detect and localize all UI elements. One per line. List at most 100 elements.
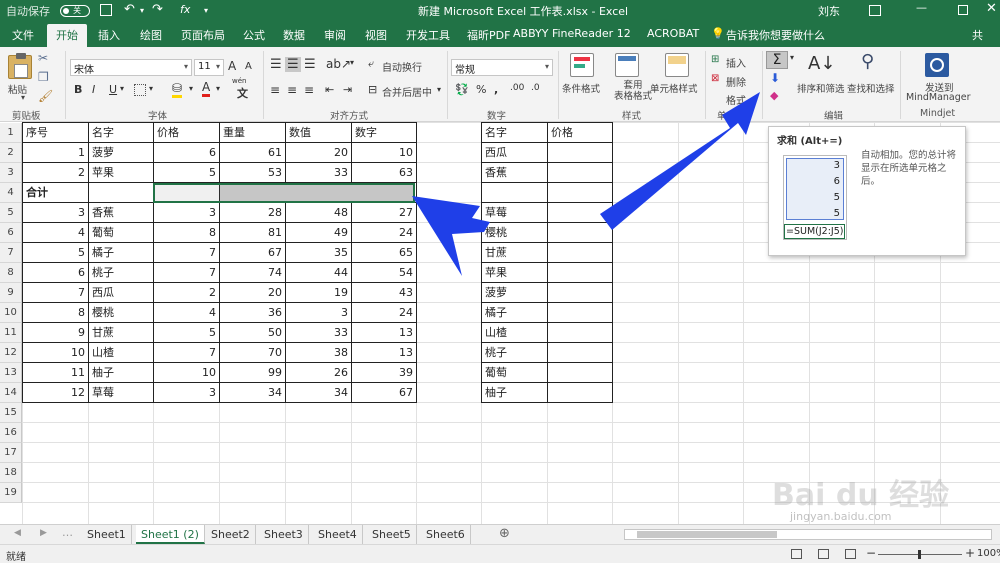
table-cell[interactable]: 西瓜: [482, 143, 547, 162]
table-cell[interactable]: 4: [23, 223, 88, 242]
table-cell[interactable]: 1: [23, 143, 88, 162]
zoom-slider[interactable]: [878, 550, 962, 559]
row-header[interactable]: 12: [0, 343, 22, 363]
orientation-icon[interactable]: ab↗: [326, 57, 351, 71]
table-cell[interactable]: 24: [352, 303, 416, 322]
table-cell[interactable]: 7: [154, 243, 219, 262]
font-shrink-icon[interactable]: A: [245, 61, 252, 72]
table-cell[interactable]: 柚子: [482, 383, 547, 402]
autosum-button[interactable]: Σ: [766, 51, 788, 69]
table-cell[interactable]: 4: [154, 303, 219, 322]
increase-indent-icon[interactable]: ⇥: [343, 83, 352, 96]
number-format-combo[interactable]: 常规 ▾: [451, 59, 553, 76]
decrease-indent-icon[interactable]: ⇤: [325, 83, 334, 96]
table-cell[interactable]: 20: [286, 143, 351, 162]
insert-cells-button[interactable]: 插入: [726, 55, 746, 70]
table-cell[interactable]: 36: [220, 303, 285, 322]
table-cell[interactable]: 桃子: [89, 263, 153, 282]
cell-styles-button[interactable]: 单元格样式: [650, 81, 698, 95]
zoom-in-button[interactable]: +: [965, 546, 975, 560]
sheet-tab[interactable]: Sheet1: [82, 525, 132, 544]
align-left-icon[interactable]: ≡: [270, 83, 280, 97]
table-cell[interactable]: 50: [220, 323, 285, 342]
border-dropdown-icon[interactable]: ▾: [149, 84, 153, 93]
tab-acrobat[interactable]: ACROBAT: [647, 27, 699, 40]
currency-icon[interactable]: 💱: [455, 83, 469, 96]
customize-qat-icon[interactable]: ▾: [204, 6, 208, 15]
table-cell[interactable]: 28: [220, 203, 285, 222]
font-color-icon[interactable]: A: [202, 80, 211, 97]
undo-icon[interactable]: ↶: [124, 2, 135, 17]
tab-file[interactable]: 文件: [12, 27, 34, 43]
table-cell[interactable]: 67: [352, 383, 416, 402]
table-cell[interactable]: 8: [23, 303, 88, 322]
table-cell[interactable]: 樱桃: [482, 223, 547, 242]
table-cell[interactable]: 44: [286, 263, 351, 282]
table-cell[interactable]: 65: [352, 243, 416, 262]
font-name-combo[interactable]: 宋体 ▾: [70, 59, 192, 76]
row-header[interactable]: 10: [0, 303, 22, 323]
prev-sheet-icon[interactable]: ◀: [14, 528, 21, 538]
table-cell[interactable]: 2: [154, 283, 219, 302]
table-cell[interactable]: 5: [23, 243, 88, 262]
row-header[interactable]: 14: [0, 383, 22, 403]
tab-abbyy[interactable]: ABBYY FineReader 12: [513, 27, 631, 40]
table-cell[interactable]: 桃子: [482, 343, 547, 362]
row-header[interactable]: 7: [0, 243, 22, 263]
paste-dropdown-icon[interactable]: ▾: [21, 93, 25, 102]
format-as-table-button[interactable]: 套用 表格格式: [614, 80, 652, 102]
table-cell[interactable]: 19: [286, 283, 351, 302]
tell-me-icon[interactable]: 💡: [711, 27, 725, 40]
align-top-icon[interactable]: ☰: [270, 57, 282, 72]
table-cell[interactable]: 61: [220, 143, 285, 162]
row-header[interactable]: 8: [0, 263, 22, 283]
row-header[interactable]: 4: [0, 183, 22, 203]
table-cell[interactable]: 7: [154, 343, 219, 362]
format-as-table-icon[interactable]: [615, 53, 639, 77]
table-cell[interactable]: 价格: [548, 123, 612, 142]
format-painter-icon[interactable]: 🖌: [38, 89, 53, 103]
font-size-combo[interactable]: 11 ▾: [194, 59, 224, 76]
table-cell[interactable]: 苹果: [89, 163, 153, 182]
next-sheet-icon[interactable]: ▶: [40, 528, 47, 538]
table-cell[interactable]: 重量: [220, 123, 285, 142]
table-cell[interactable]: 10: [352, 143, 416, 162]
format-cells-button[interactable]: 格式: [726, 92, 746, 107]
table-cell[interactable]: 山楂: [89, 343, 153, 362]
tab-home[interactable]: 开始: [47, 24, 87, 47]
redo-icon[interactable]: ↷: [152, 2, 163, 17]
table-cell[interactable]: 24: [352, 223, 416, 242]
share-button[interactable]: 共: [972, 27, 983, 43]
row-header[interactable]: 13: [0, 363, 22, 383]
zoom-level[interactable]: 100%: [977, 548, 1000, 559]
row-header[interactable]: 5: [0, 203, 22, 223]
table-cell[interactable]: 7: [23, 283, 88, 302]
fill-color-dropdown-icon[interactable]: ▾: [189, 84, 193, 93]
table-cell[interactable]: 38: [286, 343, 351, 362]
row-header[interactable]: 9: [0, 283, 22, 303]
zoom-out-button[interactable]: −: [866, 546, 876, 560]
merge-center-button[interactable]: 合并后居中: [382, 84, 432, 99]
table-cell[interactable]: 10: [154, 363, 219, 382]
table-cell[interactable]: 5: [154, 323, 219, 342]
row-header[interactable]: 17: [0, 443, 22, 463]
table-cell[interactable]: 3: [286, 303, 351, 322]
comma-icon[interactable]: ,: [494, 83, 498, 96]
sheet-tab[interactable]: Sheet3: [259, 525, 309, 544]
horizontal-scrollbar[interactable]: [624, 529, 992, 540]
user-name[interactable]: 刘东: [818, 3, 840, 19]
align-middle-icon[interactable]: ☰: [285, 57, 301, 72]
row-header[interactable]: 19: [0, 483, 22, 503]
table-cell[interactable]: 序号: [23, 123, 88, 142]
table-cell[interactable]: 48: [286, 203, 351, 222]
table-cell[interactable]: 柚子: [89, 363, 153, 382]
table-cell[interactable]: 数值: [286, 123, 351, 142]
table-cell[interactable]: 甘蔗: [89, 323, 153, 342]
merge-center-icon[interactable]: ⊟: [368, 83, 377, 96]
find-select-icon[interactable]: ⚲: [861, 51, 874, 72]
tab-draw[interactable]: 绘图: [140, 27, 162, 43]
table-cell[interactable]: 西瓜: [89, 283, 153, 302]
table-cell[interactable]: 7: [154, 263, 219, 282]
table-cell[interactable]: 葡萄: [482, 363, 547, 382]
row-header[interactable]: 2: [0, 143, 22, 163]
